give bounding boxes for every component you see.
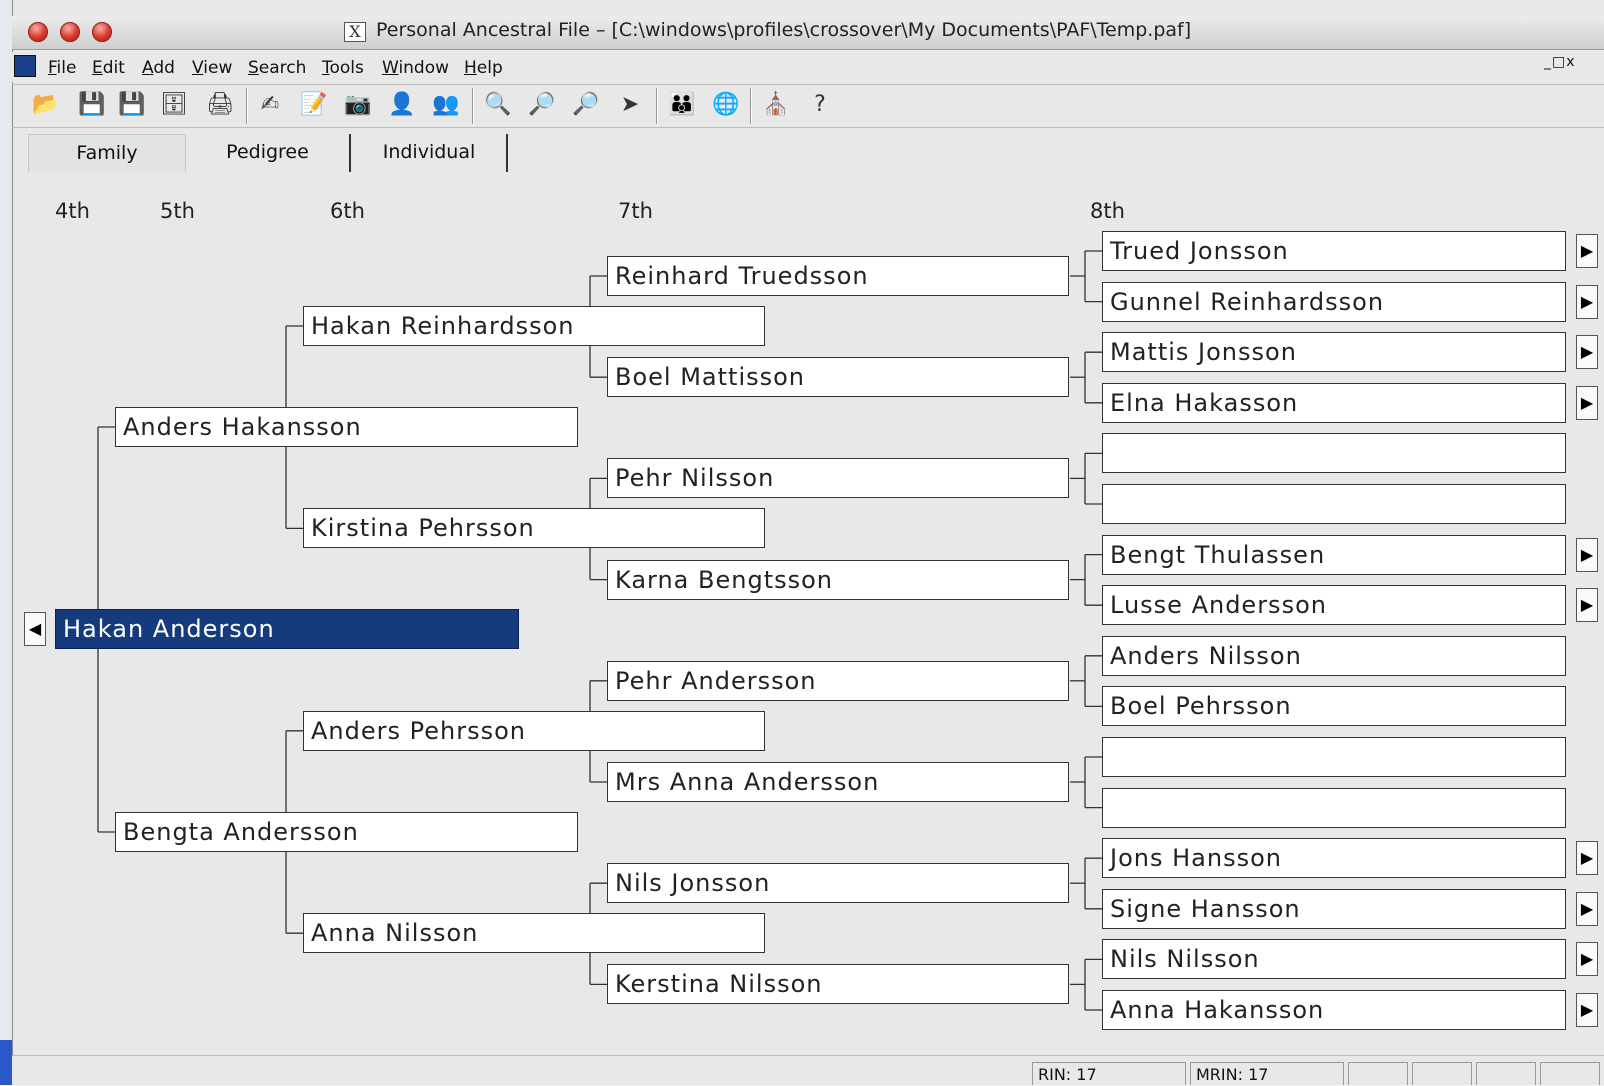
status-pane — [1348, 1062, 1408, 1085]
more-ancestors-arrow-button[interactable]: ▶ — [1576, 942, 1598, 977]
person-gen8[interactable]: Lusse Andersson — [1102, 585, 1566, 626]
status-pane — [1476, 1062, 1536, 1085]
person-gen7[interactable]: Kerstina Nilsson — [607, 964, 1069, 1005]
person-gen7[interactable]: Reinhard Truedsson — [607, 256, 1069, 296]
more-ancestors-arrow-button[interactable]: ▶ — [1576, 588, 1598, 623]
person-gen7[interactable]: Pehr Andersson — [607, 660, 1069, 701]
person-gen5[interactable]: Anders Hakansson — [115, 407, 578, 447]
person-gen7[interactable]: Boel Mattisson — [607, 357, 1069, 398]
person-gen8[interactable]: Trued Jonsson — [1102, 231, 1566, 271]
person-gen6[interactable]: Anders Pehrsson — [303, 710, 765, 751]
more-ancestors-arrow-button[interactable]: ▶ — [1576, 284, 1598, 319]
person-gen8[interactable]: Gunnel Reinhardsson — [1102, 281, 1566, 322]
empty-person-slot[interactable] — [1102, 787, 1566, 828]
more-ancestors-arrow-button[interactable]: ▶ — [1576, 841, 1598, 876]
person-gen8[interactable]: Mattis Jonsson — [1102, 332, 1566, 373]
person-gen8[interactable]: Bengt Thulassen — [1102, 534, 1566, 575]
more-ancestors-arrow-button[interactable]: ▶ — [1576, 335, 1598, 370]
person-gen8[interactable]: Anna Hakansson — [1102, 990, 1566, 1030]
status-pane — [1412, 1062, 1472, 1085]
status-mrin: MRIN: 17 — [1190, 1062, 1344, 1085]
person-gen8[interactable]: Signe Hansson — [1102, 888, 1566, 929]
empty-person-slot[interactable] — [1102, 737, 1566, 777]
person-gen7[interactable]: Karna Bengtsson — [607, 559, 1069, 600]
person-gen7[interactable]: Nils Jonsson — [607, 863, 1069, 904]
person-gen6[interactable]: Kirstina Pehrsson — [303, 508, 765, 549]
person-gen8[interactable]: Jons Hansson — [1102, 838, 1566, 879]
person-gen5[interactable]: Bengta Andersson — [115, 812, 578, 852]
empty-person-slot[interactable] — [1102, 484, 1566, 524]
more-ancestors-arrow-button[interactable]: ▶ — [1576, 891, 1598, 926]
person-gen7[interactable]: Pehr Nilsson — [607, 458, 1069, 499]
person-gen6[interactable]: Hakan Reinhardsson — [303, 306, 765, 346]
status-rin: RIN: 17 — [1032, 1062, 1186, 1085]
more-ancestors-arrow-button[interactable]: ▶ — [1576, 234, 1598, 268]
person-gen6[interactable]: Anna Nilsson — [303, 913, 765, 954]
person-gen8[interactable]: Nils Nilsson — [1102, 939, 1566, 980]
person-gen8[interactable]: Boel Pehrsson — [1102, 686, 1566, 727]
person-root[interactable]: Hakan Anderson — [55, 609, 519, 649]
more-ancestors-arrow-button[interactable]: ▶ — [1576, 385, 1598, 420]
more-ancestors-arrow-button[interactable]: ▶ — [1576, 993, 1598, 1027]
person-gen7[interactable]: Mrs Anna Andersson — [607, 762, 1069, 802]
empty-person-slot[interactable] — [1102, 433, 1566, 474]
person-gen8[interactable]: Elna Hakasson — [1102, 382, 1566, 423]
more-ancestors-arrow-button[interactable]: ▶ — [1576, 537, 1598, 572]
status-pane — [1540, 1062, 1600, 1085]
person-gen8[interactable]: Anders Nilsson — [1102, 635, 1566, 676]
descendants-arrow-button[interactable]: ◀ — [24, 612, 46, 646]
